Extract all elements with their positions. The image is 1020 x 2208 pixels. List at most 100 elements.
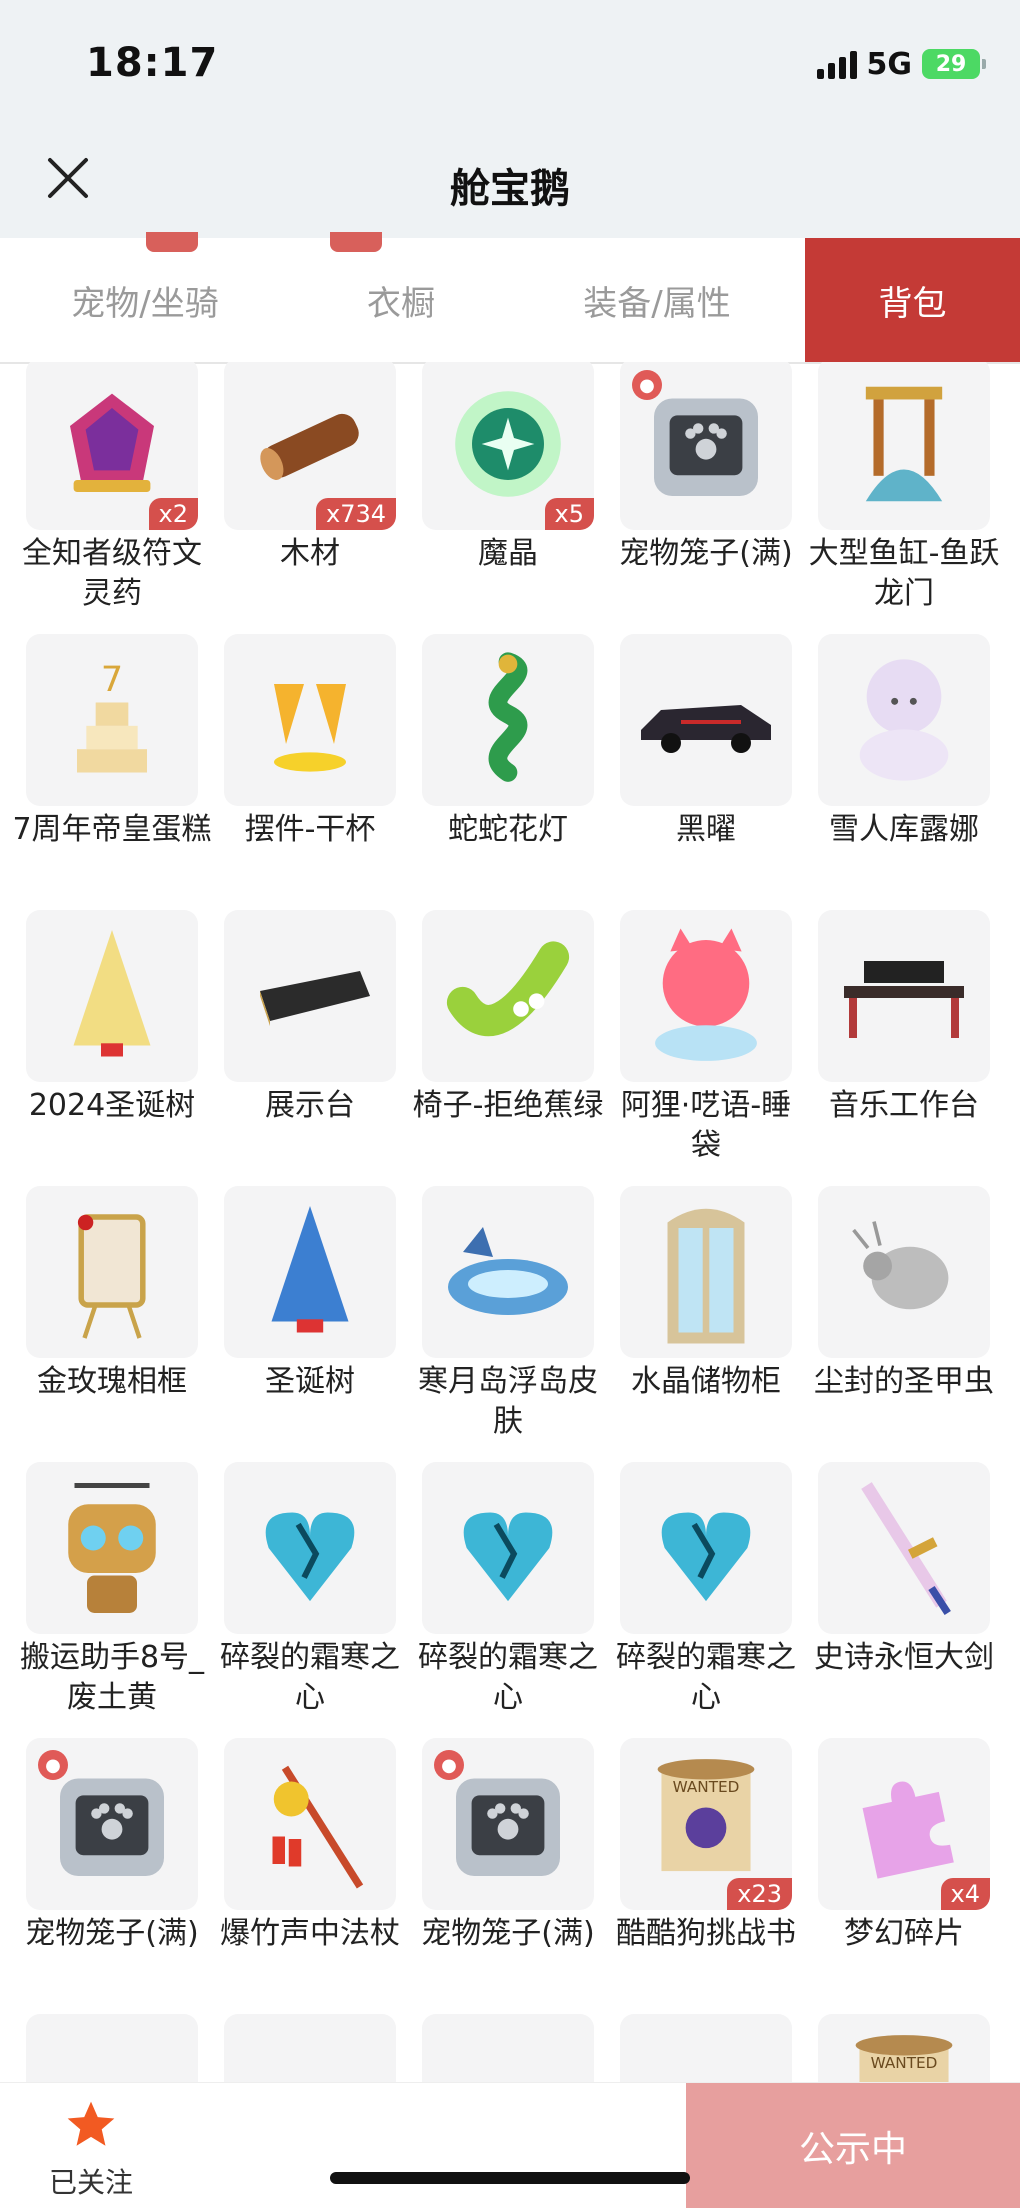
item-card[interactable] <box>26 2014 198 2082</box>
item-card[interactable]: 2024圣诞树 <box>26 910 198 1126</box>
item-thumbnail: x4 <box>818 1738 990 1910</box>
item-card[interactable]: 摆件-干杯 <box>224 634 396 850</box>
snake-lantern-icon <box>422 634 594 806</box>
item-name: 宠物笼子(满) <box>421 1916 595 1951</box>
item-card[interactable]: 圣诞树 <box>224 1186 396 1402</box>
item-name: 金玫瑰相框 <box>37 1364 187 1399</box>
item-card[interactable]: 7 7周年帝皇蛋糕 <box>12 634 212 850</box>
item-name: 椅子-拒绝蕉绿 <box>412 1088 604 1123</box>
signal-icon <box>816 49 857 79</box>
item-card[interactable]: 黑曜 <box>620 634 792 850</box>
cake-icon: 7 <box>26 634 198 806</box>
item-card[interactable]: 展示台 <box>224 910 396 1126</box>
item-card[interactable]: ● 宠物笼子(满) <box>25 1738 199 1954</box>
firecracker-staff-icon <box>224 1738 396 1910</box>
scarab-icon <box>818 1186 990 1358</box>
item-card[interactable]: 雪人库露娜 <box>818 634 990 850</box>
item-thumbnail <box>818 910 990 1082</box>
item-name: 碎裂的霜寒之心 <box>616 1640 796 1715</box>
crystal-cabinet-icon <box>620 1186 792 1358</box>
tab-equipment[interactable]: 装备/属性 <box>542 238 772 362</box>
item-name: 魔晶 <box>478 536 538 571</box>
item-thumbnail <box>422 910 594 1082</box>
item-thumbnail <box>422 2014 594 2082</box>
gold-coin-icon <box>422 2014 594 2082</box>
tab-backpack[interactable]: 背包 <box>805 238 1020 362</box>
item-thumbnail <box>26 910 198 1082</box>
music-desk-icon <box>818 910 990 1082</box>
item-card[interactable]: 搬运助手8号_废土黄 <box>20 1462 204 1718</box>
item-name: 蛇蛇花灯 <box>448 812 568 847</box>
item-card[interactable] <box>224 2014 396 2082</box>
item-quantity-badge: x4 <box>940 1878 990 1910</box>
item-name: 7周年帝皇蛋糕 <box>12 812 212 847</box>
svg-text:7: 7 <box>101 660 123 700</box>
tab-wardrobe[interactable]: 衣橱 <box>286 238 516 362</box>
item-card[interactable] <box>422 2014 594 2082</box>
item-thumbnail <box>224 1462 396 1634</box>
item-thumbnail: ● <box>26 1738 198 1910</box>
item-name: 木材 <box>280 536 340 571</box>
item-thumbnail <box>224 910 396 1082</box>
item-name: 摆件-干杯 <box>244 812 376 847</box>
svg-text:WANTED: WANTED <box>871 2054 938 2072</box>
car-icon <box>620 634 792 806</box>
item-card[interactable]: 阿狸·呓语-睡袋 <box>620 910 792 1166</box>
item-thumbnail <box>818 1186 990 1358</box>
item-card[interactable]: 寒月岛浮岛皮肤 <box>418 1186 598 1442</box>
blue-tree-icon <box>224 1186 396 1358</box>
item-thumbnail <box>422 1462 594 1634</box>
item-thumbnail: ● <box>422 1738 594 1910</box>
bottom-bar: 已关注 公示中 <box>0 2082 1020 2208</box>
cheers-icon <box>224 634 396 806</box>
item-card[interactable]: 金玫瑰相框 <box>26 1186 198 1402</box>
item-card[interactable]: 椅子-拒绝蕉绿 <box>413 910 603 1126</box>
public-status-button[interactable]: 公示中 <box>686 2083 1020 2208</box>
item-card[interactable] <box>620 2014 792 2082</box>
item-card[interactable]: ● 宠物笼子(满) <box>619 362 793 574</box>
item-card[interactable]: WANTED x23 酷酷狗挑战书 <box>616 1738 796 1954</box>
follow-button[interactable]: 已关注 <box>46 2097 136 2201</box>
snowman-icon <box>818 634 990 806</box>
item-name: 水晶储物柜 <box>631 1364 781 1399</box>
top-area: 18:17 5G 29 舱宝鹅 <box>0 0 1020 238</box>
item-card[interactable]: WANTED <box>818 2014 990 2082</box>
item-card[interactable]: ● 宠物笼子(满) <box>421 1738 595 1954</box>
page-title: 舱宝鹅 <box>450 166 570 212</box>
red-item-icon <box>224 2014 396 2082</box>
item-card[interactable]: 蛇蛇花灯 <box>422 634 594 850</box>
item-thumbnail <box>224 2014 396 2082</box>
item-thumbnail: x5 <box>422 362 594 530</box>
item-name: 碎裂的霜寒之心 <box>418 1640 598 1715</box>
item-thumbnail <box>26 1462 198 1634</box>
item-name: 酷酷狗挑战书 <box>616 1916 796 1951</box>
item-card[interactable]: 碎裂的霜寒之心 <box>220 1462 400 1718</box>
item-card[interactable]: x2 全知者级符文灵药 <box>22 362 202 614</box>
item-name: 大型鱼缸-鱼跃龙门 <box>808 536 1000 611</box>
item-card[interactable]: 史诗永恒大剑 <box>814 1462 994 1678</box>
item-name: 阿狸·呓语-睡袋 <box>620 1088 792 1163</box>
item-thumbnail: WANTED x23 <box>620 1738 792 1910</box>
item-name: 宠物笼子(满) <box>619 536 793 571</box>
frost-heart-icon <box>620 1462 792 1634</box>
item-quantity-badge: x5 <box>544 498 594 530</box>
tab-pets-mounts[interactable]: 宠物/坐骑 <box>30 238 260 362</box>
item-card[interactable]: 碎裂的霜寒之心 <box>616 1462 796 1718</box>
item-card[interactable]: 水晶储物柜 <box>620 1186 792 1402</box>
item-thumbnail: x734 <box>224 362 396 530</box>
item-card[interactable]: 爆竹声中法杖 <box>220 1738 400 1954</box>
item-thumbnail <box>620 910 792 1082</box>
item-card[interactable]: x5 魔晶 <box>422 362 594 574</box>
rose-frame-icon <box>26 1186 198 1358</box>
item-card[interactable]: 碎裂的霜寒之心 <box>418 1462 598 1718</box>
item-card[interactable]: 音乐工作台 <box>818 910 990 1126</box>
tab-bar: 宠物/坐骑 衣橱 装备/属性 背包 <box>0 232 1020 364</box>
item-card[interactable]: x734 木材 <box>224 362 396 574</box>
item-card[interactable]: x4 梦幻碎片 <box>818 1738 990 1954</box>
item-name: 爆竹声中法杖 <box>220 1916 400 1951</box>
item-name: 音乐工作台 <box>829 1088 979 1123</box>
item-thumbnail <box>620 2014 792 2082</box>
star-icon <box>67 2101 115 2146</box>
item-card[interactable]: 大型鱼缸-鱼跃龙门 <box>809 362 999 614</box>
item-card[interactable]: 尘封的圣甲虫 <box>814 1186 994 1402</box>
